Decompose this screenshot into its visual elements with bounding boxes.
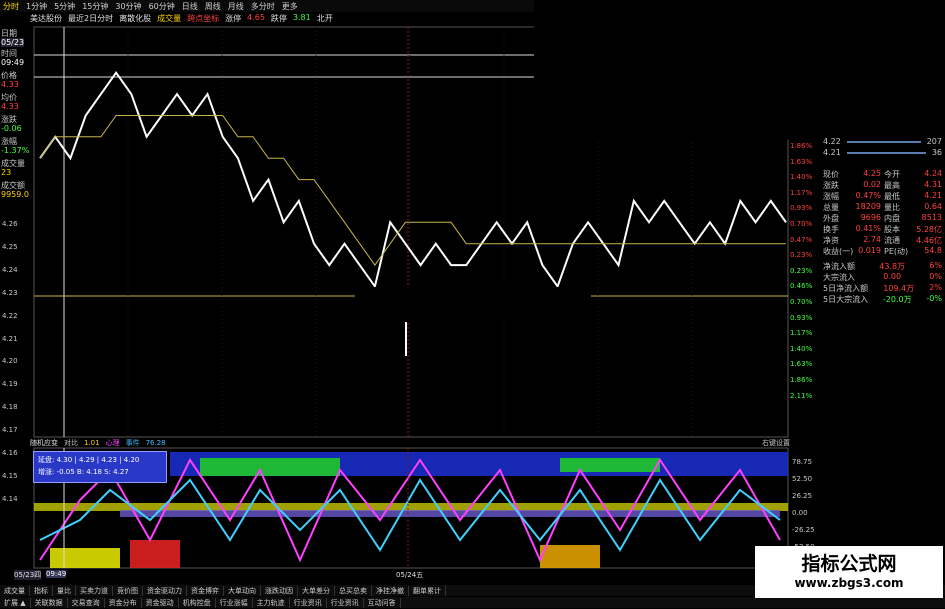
bottom-tab[interactable]: 主力轨迹 [253,597,290,608]
indicator-chart[interactable] [0,0,945,609]
tooltip-line-2: 增涨: -0.05 B: 4.18 S: 4.27 [38,468,129,476]
time-axis-mid: 05/24五 [396,571,424,579]
bottom-tab[interactable]: 净挂净撤 [372,585,409,596]
bottom-tab[interactable]: 涨跌动因 [261,585,298,596]
indicator-orange-block [540,545,600,568]
tooltip-line-1: 延盘: 4.30 | 4.29 | 4.23 | 4.20 [38,456,140,464]
indicator-red-block [130,540,180,568]
watermark-url: www.zbgs3.com [794,576,904,590]
watermark: 指标公式网 www.zbgs3.com [755,546,943,598]
bottom-tab[interactable]: 资金分布 [105,597,142,608]
time-axis-start: 05/23四 [14,570,42,580]
bottom-tab[interactable]: 成交量 [0,585,30,596]
bottom-tab[interactable]: 大单差分 [298,585,335,596]
bottom-tab[interactable]: 行业资讯 [327,597,364,608]
indicator-tooltip: 延盘: 4.30 | 4.29 | 4.23 | 4.20 增涨: -0.05 … [33,451,167,483]
extension-tabs: 扩展 ▲ 关联数据 交易查询 资金分布 资金驱动 机构控盘 行业涨幅 主力轨迹 行业资讯 行业资讯… [0,597,945,608]
indicator-yellow-block [50,548,120,568]
bottom-tab[interactable]: 量比 [53,585,76,596]
bottom-tab[interactable]: 总买总卖 [335,585,372,596]
bottom-tab[interactable]: 资金驱动力 [143,585,187,596]
time-axis-cursor: 09:49 [46,570,67,578]
bottom-tab[interactable]: 行业资讯 [290,597,327,608]
indicator-scale-tick: -26.25 [792,526,815,534]
bottom-tab[interactable]: 指标 [30,585,53,596]
indicator-band-green [200,458,340,476]
bottom-tab[interactable]: 关联数据 [31,597,68,608]
bottom-tab[interactable]: 行业涨幅 [216,597,253,608]
bottom-tab[interactable]: 资金博弈 [187,585,224,596]
bottom-tab[interactable]: 机构控盘 [179,597,216,608]
indicator-band-yellow [34,503,788,511]
bottom-tab[interactable]: 扩展 ▲ [0,597,31,608]
indicator-scale-tick: 26.25 [792,492,813,500]
indicator-band-green-2 [560,458,660,472]
watermark-title: 指标公式网 [801,553,897,575]
indicator-scale-tick: 52.50 [792,475,813,483]
bottom-tab[interactable]: 交易查询 [68,597,105,608]
indicator-scale-tick: 78.75 [792,458,813,466]
bottom-tab[interactable]: 大单动向 [224,585,261,596]
indicator-scale-tick: 0.00 [792,509,808,517]
bottom-tab[interactable]: 互动问答 [364,597,401,608]
bottom-tab[interactable]: 买卖力道 [76,585,113,596]
bottom-tab[interactable]: 竞价图 [113,585,143,596]
bottom-tab[interactable]: 资金驱动 [142,597,179,608]
bottom-tab[interactable]: 翻单累计 [409,585,446,596]
